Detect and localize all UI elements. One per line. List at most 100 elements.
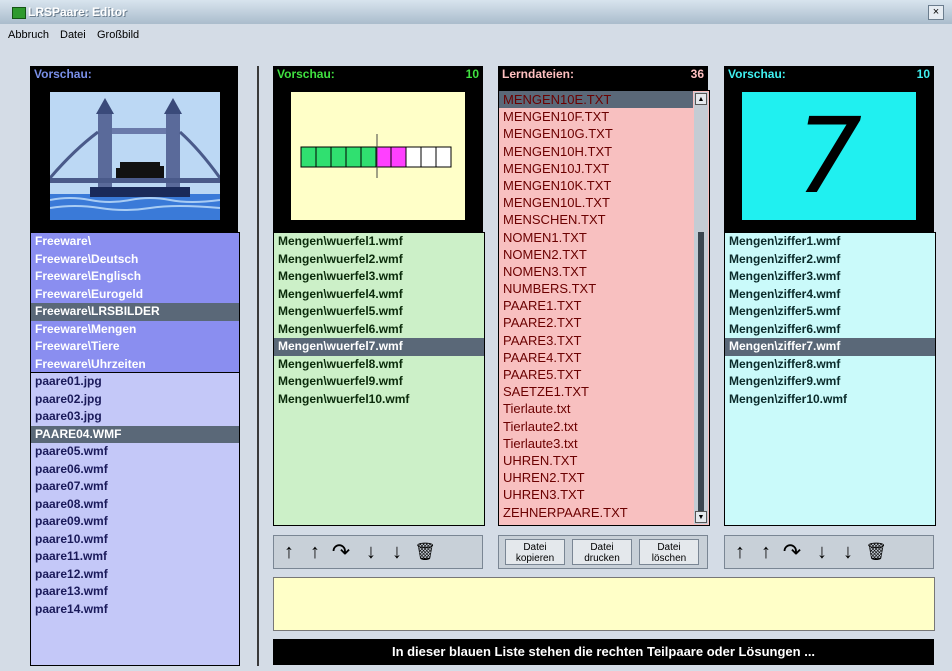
menu-abbruch[interactable]: Abbruch [8, 29, 49, 41]
file-item[interactable]: paare08.wmf [31, 496, 239, 514]
learn-file-item[interactable]: UHREN.TXT [499, 452, 693, 469]
learn-file-item[interactable]: MENGEN10F.TXT [499, 108, 693, 125]
redo-icon[interactable]: ↷ [330, 539, 352, 565]
learn-file-item[interactable]: Tierlaute2.txt [499, 418, 693, 435]
learn-file-item[interactable]: MENGEN10L.TXT [499, 194, 693, 211]
move-up-icon[interactable]: ↑ [278, 539, 300, 565]
pair-item[interactable]: Mengen\wuerfel10.wmf [274, 391, 484, 409]
learn-file-item-selected[interactable]: MENGEN10E.TXT [499, 91, 693, 109]
folder-item[interactable]: Freeware\Mengen [31, 321, 239, 339]
scroll-down-arrow-icon[interactable]: ▼ [695, 511, 707, 523]
learn-file-item[interactable]: MENGEN10H.TXT [499, 143, 693, 160]
copy-file-button[interactable]: Datei kopieren [505, 539, 565, 565]
close-button[interactable]: × [928, 5, 944, 20]
move-up-icon[interactable]: ↑ [729, 539, 751, 565]
pair-item[interactable]: Mengen\wuerfel3.wmf [274, 268, 484, 286]
file-item[interactable]: paare13.wmf [31, 583, 239, 601]
pair-item[interactable]: Mengen\ziffer6.wmf [725, 321, 935, 339]
learn-file-item[interactable]: NOMEN2.TXT [499, 246, 693, 263]
pair-item-selected[interactable]: Mengen\ziffer7.wmf [725, 338, 935, 356]
scroll-up-arrow-icon[interactable]: ▲ [695, 93, 707, 105]
learn-file-item[interactable]: MENGEN10G.TXT [499, 125, 693, 142]
print-file-button[interactable]: Datei drucken [572, 539, 632, 565]
folder-item[interactable]: Freeware\Uhrzeiten [31, 356, 239, 374]
learn-file-item[interactable]: MENGEN10K.TXT [499, 177, 693, 194]
learn-file-item[interactable]: PAARE5.TXT [499, 366, 693, 383]
learn-file-item[interactable]: PAARE3.TXT [499, 332, 693, 349]
learn-file-item[interactable]: SAETZE1.TXT [499, 383, 693, 400]
pair-item[interactable]: Mengen\wuerfel6.wmf [274, 321, 484, 339]
move-down-icon[interactable]: ↓ [360, 539, 382, 565]
file-item[interactable]: paare10.wmf [31, 531, 239, 549]
pair-item[interactable]: Mengen\ziffer3.wmf [725, 268, 935, 286]
file-item[interactable]: paare02.jpg [31, 391, 239, 409]
pair-item[interactable]: Mengen\ziffer8.wmf [725, 356, 935, 374]
pair-item[interactable]: Mengen\ziffer2.wmf [725, 251, 935, 269]
copy-file-line1: Datei [523, 542, 547, 553]
folder-list[interactable]: Freeware\ Freeware\Deutsch Freeware\Engl… [30, 232, 240, 374]
move-top-icon[interactable]: ↑ [304, 539, 326, 565]
pair-item[interactable]: Mengen\ziffer9.wmf [725, 373, 935, 391]
file-item[interactable]: paare03.jpg [31, 408, 239, 426]
pair-item[interactable]: Mengen\wuerfel5.wmf [274, 303, 484, 321]
learn-file-item[interactable]: PAARE1.TXT [499, 297, 693, 314]
menu-grossbild[interactable]: Großbild [97, 29, 139, 41]
folder-item[interactable]: Freeware\Deutsch [31, 251, 239, 269]
folder-item-selected[interactable]: Freeware\LRSBILDER [31, 303, 239, 321]
pair-item[interactable]: Mengen\wuerfel8.wmf [274, 356, 484, 374]
delete-file-line1: Datei [657, 542, 681, 553]
move-down-icon[interactable]: ↓ [811, 539, 833, 565]
file-item[interactable]: paare12.wmf [31, 566, 239, 584]
file-item[interactable]: paare01.jpg [31, 373, 239, 391]
right-pair-list[interactable]: Mengen\ziffer1.wmf Mengen\ziffer2.wmf Me… [724, 232, 936, 526]
delete-file-button[interactable]: Datei löschen [639, 539, 699, 565]
file-item[interactable]: paare07.wmf [31, 478, 239, 496]
left-preview-header: Vorschau: [30, 66, 238, 82]
trash-icon[interactable]: 🗑 [865, 539, 887, 565]
edit-text-area[interactable] [273, 577, 935, 631]
learn-file-item[interactable]: NUMBERS.TXT [499, 280, 693, 297]
pair-item[interactable]: Mengen\ziffer1.wmf [725, 233, 935, 251]
learn-file-item[interactable]: Tierlaute3.txt [499, 435, 693, 452]
learn-file-item[interactable]: Tierlaute.txt [499, 400, 693, 417]
learn-file-item[interactable]: UHREN3.TXT [499, 486, 693, 503]
learn-file-item[interactable]: PAARE2.TXT [499, 314, 693, 331]
learn-file-item[interactable]: NOMEN3.TXT [499, 263, 693, 280]
learn-file-item[interactable]: NOMEN1.TXT [499, 229, 693, 246]
trash-icon[interactable]: 🗑 [414, 539, 436, 565]
file-item-selected[interactable]: PAARE04.WMF [31, 425, 239, 443]
learn-file-list[interactable]: MENGEN10E.TXT MENGEN10F.TXT MENGEN10G.TX… [498, 90, 710, 526]
pair-item[interactable]: Mengen\wuerfel4.wmf [274, 286, 484, 304]
pair-item[interactable]: Mengen\ziffer5.wmf [725, 303, 935, 321]
learn-list-scrollbar[interactable]: ▲ ▼ [694, 92, 708, 524]
menu-datei[interactable]: Datei [60, 29, 86, 41]
move-top-icon[interactable]: ↑ [755, 539, 777, 565]
pair-item[interactable]: Mengen\wuerfel9.wmf [274, 373, 484, 391]
redo-icon[interactable]: ↷ [781, 539, 803, 565]
image-file-list[interactable]: paare01.jpg paare02.jpg paare03.jpg PAAR… [30, 372, 240, 666]
file-item[interactable]: paare09.wmf [31, 513, 239, 531]
learn-file-item[interactable]: UHREN2.TXT [499, 469, 693, 486]
folder-item[interactable]: Freeware\Englisch [31, 268, 239, 286]
move-bottom-icon[interactable]: ↓ [386, 539, 408, 565]
learn-file-item[interactable]: MENGEN10J.TXT [499, 160, 693, 177]
folder-item[interactable]: Freeware\ [31, 233, 239, 251]
left-pair-list[interactable]: Mengen\wuerfel1.wmf Mengen\wuerfel2.wmf … [273, 232, 485, 526]
learn-file-item[interactable]: MENSCHEN.TXT [499, 211, 693, 228]
pair-item[interactable]: Mengen\wuerfel1.wmf [274, 233, 484, 251]
folder-item[interactable]: Freeware\Eurogeld [31, 286, 239, 304]
pair-item[interactable]: Mengen\ziffer4.wmf [725, 286, 935, 304]
pair-item-selected[interactable]: Mengen\wuerfel7.wmf [274, 338, 484, 356]
folder-item[interactable]: Freeware\Tiere [31, 338, 239, 356]
pair-item[interactable]: Mengen\wuerfel2.wmf [274, 251, 484, 269]
tower-bridge-image [50, 92, 220, 220]
pair-item[interactable]: Mengen\ziffer10.wmf [725, 391, 935, 409]
file-item[interactable]: paare05.wmf [31, 443, 239, 461]
file-item[interactable]: paare14.wmf [31, 601, 239, 619]
learn-file-item[interactable]: PAARE4.TXT [499, 349, 693, 366]
file-item[interactable]: paare06.wmf [31, 461, 239, 479]
file-item[interactable]: paare11.wmf [31, 548, 239, 566]
move-bottom-icon[interactable]: ↓ [837, 539, 859, 565]
learn-file-item[interactable]: ZEHNERPAARE.TXT [499, 504, 693, 521]
scroll-thumb[interactable] [698, 232, 704, 522]
